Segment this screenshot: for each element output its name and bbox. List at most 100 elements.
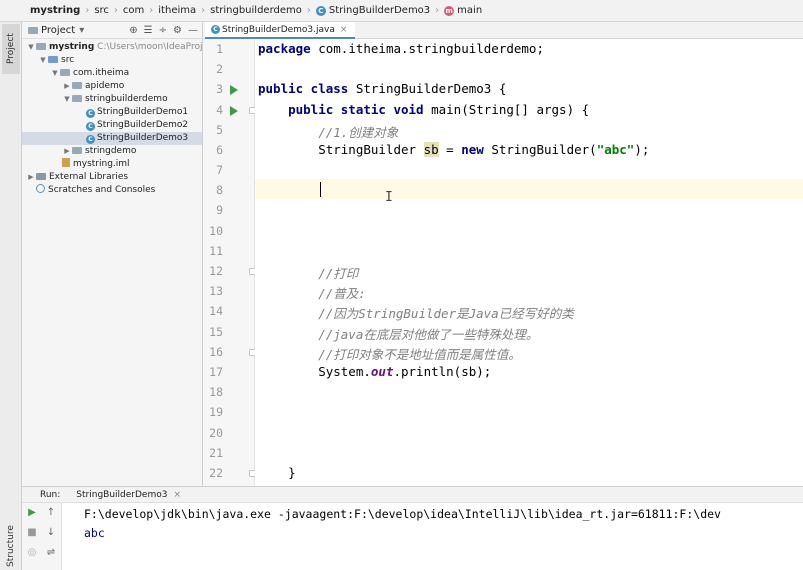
line-number: 6 bbox=[216, 143, 223, 157]
keyword: new bbox=[461, 142, 484, 157]
tree-item-stringbuilderdemo[interactable]: ▼ stringbuilderdemo bbox=[22, 93, 202, 106]
left-tool-strip: Project Structure bbox=[0, 22, 22, 570]
tree-item-stringbuilderdemo2[interactable]: C StringBuilderDemo2 bbox=[22, 119, 202, 132]
tree-item-label: External Libraries bbox=[49, 172, 129, 182]
code-text: System. bbox=[258, 364, 371, 379]
tree-item-label: com.itheima bbox=[73, 68, 130, 78]
chevron-right-icon: › bbox=[306, 5, 311, 16]
line-number: 12 bbox=[209, 264, 223, 278]
breadcrumb-src[interactable]: src bbox=[94, 5, 109, 16]
breadcrumb-class[interactable]: C StringBuilderDemo3 bbox=[315, 5, 430, 16]
keyword: public class bbox=[258, 81, 349, 96]
line-number: 13 bbox=[209, 284, 223, 298]
run-class-icon[interactable] bbox=[230, 85, 238, 95]
tree-item-scratches[interactable]: Scratches and Consoles bbox=[22, 184, 202, 197]
chevron-down-icon[interactable]: ▼ bbox=[38, 54, 48, 67]
gear-icon[interactable]: ⚙ bbox=[173, 25, 182, 36]
tree-item-mystring-iml[interactable]: mystring.iml bbox=[22, 158, 202, 171]
arrow-down-icon[interactable]: ↓ bbox=[44, 527, 58, 538]
code-line-16: //打印对象不是地址值而是属性值。 bbox=[258, 347, 521, 362]
breadcrumb-com[interactable]: com bbox=[123, 5, 144, 16]
tree-item-src[interactable]: ▼ src bbox=[22, 54, 202, 67]
code-line-12: //打印 bbox=[258, 266, 359, 281]
line-number: 22 bbox=[209, 466, 223, 480]
soft-wrap-icon[interactable]: ⇌ bbox=[44, 547, 58, 558]
close-icon[interactable]: × bbox=[173, 490, 181, 500]
tree-item-path: C:\Users\moon\IdeaProjec bbox=[97, 42, 203, 52]
project-panel-header: Project ▾ ⊕ ☰ ÷ ⚙ — bbox=[22, 22, 202, 39]
class-icon: C bbox=[211, 25, 220, 34]
tree-item-label: StringBuilderDemo2 bbox=[97, 120, 189, 130]
tree-item-stringdemo[interactable]: ▶ stringdemo bbox=[22, 145, 202, 158]
mouse-ibeam-cursor-icon: I bbox=[385, 190, 393, 205]
code-editor[interactable]: package com.itheima.stringbuilderdemo; p… bbox=[255, 39, 803, 486]
editor-tab-stringbuilderdemo3[interactable]: C StringBuilderDemo3.java × bbox=[205, 22, 356, 39]
tool-tab-project[interactable]: Project bbox=[2, 24, 20, 74]
chevron-down-icon[interactable]: ▾ bbox=[79, 25, 84, 36]
breadcrumb-project[interactable]: mystring bbox=[30, 5, 80, 16]
chevron-down-icon[interactable]: ▼ bbox=[50, 67, 60, 80]
line-number: 19 bbox=[209, 405, 223, 419]
variable-highlight: sb bbox=[423, 142, 439, 157]
code-text: StringBuilderDemo3 { bbox=[348, 81, 507, 96]
run-main-icon[interactable] bbox=[230, 106, 238, 116]
chevron-right-icon: › bbox=[435, 5, 440, 16]
tree-item-label: apidemo bbox=[85, 81, 125, 91]
code-text: .println(sb); bbox=[393, 364, 492, 379]
editor-tab-bar: C StringBuilderDemo3.java × bbox=[203, 22, 803, 39]
tree-item-external-libraries[interactable]: ▶ External Libraries bbox=[22, 171, 202, 184]
run-panel: Run: StringBuilderDemo3 × ▶ ↑ ■ ↓ ◎ ⇌ F:… bbox=[22, 486, 803, 570]
breadcrumb-method[interactable]: m main bbox=[444, 5, 482, 16]
camera-icon[interactable]: ◎ bbox=[25, 547, 39, 558]
tree-item-stringbuilderdemo3[interactable]: C StringBuilderDemo3 bbox=[22, 132, 202, 145]
code-line-22: } bbox=[258, 465, 296, 480]
chevron-right-icon: › bbox=[201, 5, 206, 16]
method-icon: m bbox=[444, 5, 455, 16]
tree-item-stringbuilderdemo1[interactable]: C StringBuilderDemo1 bbox=[22, 106, 202, 119]
line-number: 15 bbox=[209, 325, 223, 339]
chevron-right-icon: › bbox=[113, 5, 118, 16]
tree-item-label: StringBuilderDemo1 bbox=[97, 107, 189, 117]
line-number: 20 bbox=[209, 426, 223, 440]
editor-tab-label: StringBuilderDemo3.java bbox=[222, 24, 335, 35]
rerun-icon[interactable]: ▶ bbox=[25, 507, 39, 518]
breadcrumb-itheima[interactable]: itheima bbox=[158, 5, 196, 16]
class-icon: C bbox=[86, 122, 95, 131]
chevron-down-icon[interactable]: ▼ bbox=[62, 93, 72, 106]
tree-item-label: src bbox=[61, 55, 75, 65]
breadcrumb: mystring › src › com › itheima › stringb… bbox=[0, 0, 803, 22]
stop-icon[interactable]: ■ bbox=[25, 527, 39, 538]
breadcrumb-stringbuilderdemo[interactable]: stringbuilderdemo bbox=[210, 5, 302, 16]
line-number: 18 bbox=[209, 385, 223, 399]
console-output-line: abc bbox=[84, 526, 105, 540]
project-panel: Project ▾ ⊕ ☰ ÷ ⚙ — ▼ mystring C:\Users\m… bbox=[22, 22, 203, 486]
run-label: Run: bbox=[40, 489, 61, 500]
console-output[interactable]: F:\develop\jdk\bin\java.exe -javaagent:F… bbox=[84, 507, 721, 540]
close-icon[interactable]: × bbox=[340, 25, 348, 35]
tree-item-mystring[interactable]: ▼ mystring C:\Users\moon\IdeaProjec bbox=[22, 41, 202, 54]
line-number: 10 bbox=[209, 224, 223, 238]
collapse-all-icon[interactable]: ÷ bbox=[159, 25, 167, 36]
code-line-5: //1.创建对象 bbox=[258, 125, 399, 140]
tree-item-label: stringbuilderdemo bbox=[85, 94, 168, 104]
code-line-13: //普及: bbox=[258, 286, 366, 301]
class-icon: C bbox=[315, 5, 326, 16]
chevron-right-icon: › bbox=[85, 5, 90, 16]
chevron-right-icon[interactable]: ▶ bbox=[62, 145, 72, 158]
chevron-down-icon[interactable]: ▼ bbox=[26, 41, 36, 54]
arrow-up-icon[interactable]: ↑ bbox=[44, 507, 58, 518]
tool-tab-structure[interactable]: Structure bbox=[2, 522, 20, 570]
chevron-right-icon[interactable]: ▶ bbox=[26, 171, 36, 184]
locate-icon[interactable]: ⊕ bbox=[129, 25, 137, 36]
class-icon: C bbox=[86, 135, 95, 144]
hide-icon[interactable]: — bbox=[188, 25, 198, 36]
chevron-right-icon[interactable]: ▶ bbox=[62, 80, 72, 93]
expand-all-icon[interactable]: ☰ bbox=[144, 25, 153, 36]
project-view-selector[interactable]: Project bbox=[41, 25, 75, 36]
chevron-right-icon: › bbox=[149, 5, 154, 16]
package-icon bbox=[72, 147, 82, 154]
line-number: 9 bbox=[216, 203, 223, 217]
tree-item-com-itheima[interactable]: ▼ com.itheima bbox=[22, 67, 202, 80]
tree-item-apidemo[interactable]: ▶ apidemo bbox=[22, 80, 202, 93]
run-config-tab[interactable]: StringBuilderDemo3 × bbox=[76, 490, 181, 500]
